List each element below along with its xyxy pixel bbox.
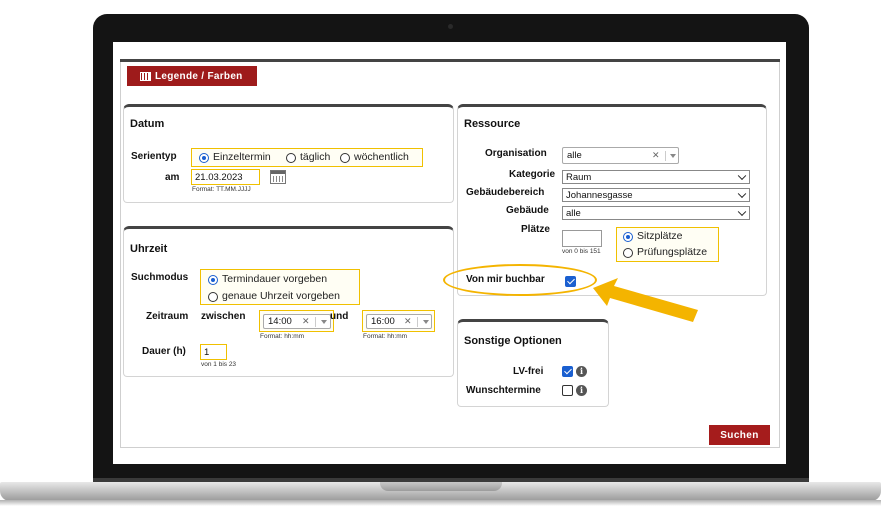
to-time-format: Format: hh:mm bbox=[363, 333, 408, 340]
gebaeude-select[interactable]: alle bbox=[562, 206, 750, 220]
suchmodus-label: Suchmodus bbox=[131, 272, 189, 283]
content-frame bbox=[120, 447, 780, 448]
from-time-box: 14:00 ✕ bbox=[259, 310, 334, 332]
mode-termindauer: Termindauer vorgeben bbox=[222, 273, 328, 285]
laptop-notch bbox=[380, 482, 502, 491]
calendar-icon bbox=[140, 71, 151, 81]
serientyp-options: Einzeltermin täglich wöchentlich bbox=[191, 148, 423, 167]
info-icon[interactable]: i bbox=[576, 366, 587, 377]
dauer-label: Dauer (h) bbox=[142, 346, 186, 357]
gebaeudebereich-select[interactable]: Johannesgasse bbox=[562, 188, 750, 202]
highlight-ellipse bbox=[443, 264, 597, 296]
option-einzeltermin: Einzeltermin bbox=[213, 151, 271, 163]
chevron-down-icon bbox=[737, 171, 747, 181]
wunschtermine-label: Wunschtermine bbox=[466, 385, 541, 396]
datum-title: Datum bbox=[130, 118, 165, 130]
radio-taeglich[interactable] bbox=[286, 153, 296, 163]
chevron-down-icon[interactable] bbox=[321, 320, 327, 324]
gebaeudebereich-label: Gebäudebereich bbox=[466, 187, 545, 198]
kategorie-label: Kategorie bbox=[509, 169, 556, 180]
combo-separator bbox=[315, 317, 316, 327]
plaetze-hint: von 0 bis 151 bbox=[562, 248, 601, 255]
uhrzeit-title: Uhrzeit bbox=[130, 243, 168, 255]
from-time-format: Format: hh:mm bbox=[260, 333, 305, 340]
radio-einzeltermin[interactable] bbox=[199, 153, 209, 163]
radio-genaue-uhrzeit[interactable] bbox=[208, 292, 218, 302]
info-icon[interactable]: i bbox=[576, 385, 587, 396]
ressource-title: Ressource bbox=[464, 118, 521, 130]
laptop-shadow bbox=[0, 500, 881, 506]
radio-pruefungsplaetze[interactable] bbox=[623, 248, 633, 258]
kategorie-select[interactable]: Raum bbox=[562, 170, 750, 184]
lvfrei-checkbox[interactable] bbox=[562, 366, 573, 377]
option-taeglich: täglich bbox=[300, 151, 331, 163]
content-frame bbox=[779, 62, 780, 447]
to-time-select[interactable]: 16:00 ✕ bbox=[366, 314, 432, 329]
uhrzeit-panel: Uhrzeit Suchmodus Termindauer vorgeben g… bbox=[123, 226, 454, 377]
kategorie-value: Raum bbox=[566, 171, 592, 183]
zeitraum-label: Zeitraum bbox=[146, 311, 189, 322]
laptop-screen: Legende / Farben Datum Serientyp Einzelt… bbox=[113, 42, 786, 464]
date-input[interactable]: 21.03.2023 bbox=[191, 169, 260, 185]
option-woechentlich: wöchentlich bbox=[354, 151, 409, 163]
search-button[interactable]: Suchen bbox=[709, 425, 770, 445]
dauer-value: 1 bbox=[204, 346, 210, 358]
lvfrei-label: LV-frei bbox=[513, 366, 544, 377]
radio-sitzplaetze[interactable] bbox=[623, 232, 633, 242]
organisation-select[interactable]: alle ✕ bbox=[562, 147, 679, 164]
combo-separator bbox=[417, 317, 418, 327]
und-label: und bbox=[330, 311, 349, 322]
content-frame bbox=[120, 62, 121, 447]
chevron-down-icon bbox=[737, 189, 747, 199]
clear-icon[interactable]: ✕ bbox=[302, 316, 310, 327]
camera-icon bbox=[448, 24, 453, 29]
gebaeude-value: alle bbox=[566, 207, 581, 219]
plaetze-input[interactable] bbox=[562, 230, 602, 247]
sonstige-title: Sonstige Optionen bbox=[464, 335, 562, 347]
suchmodus-options: Termindauer vorgeben genaue Uhrzeit vorg… bbox=[200, 269, 360, 305]
legend-colors-button[interactable]: Legende / Farben bbox=[127, 66, 257, 86]
combo-separator bbox=[665, 151, 666, 161]
gebaeudebereich-value: Johannesgasse bbox=[566, 189, 633, 201]
content-top-border bbox=[120, 59, 780, 62]
radio-termindauer[interactable] bbox=[208, 275, 218, 285]
date-value: 21.03.2023 bbox=[195, 171, 243, 183]
radio-woechentlich[interactable] bbox=[340, 153, 350, 163]
datum-panel: Datum Serientyp Einzeltermin täglich wöc… bbox=[123, 104, 454, 203]
am-label: am bbox=[165, 172, 180, 183]
organisation-value: alle bbox=[567, 150, 582, 161]
plaetze-label: Plätze bbox=[521, 224, 550, 235]
date-format-hint: Format: TT.MM.JJJJ bbox=[192, 186, 251, 193]
option-pruefungsplaetze: Prüfungsplätze bbox=[637, 246, 708, 258]
zwischen-label: zwischen bbox=[201, 311, 246, 322]
chevron-down-icon[interactable] bbox=[423, 320, 429, 324]
chevron-down-icon[interactable] bbox=[670, 154, 676, 158]
serientyp-label: Serientyp bbox=[131, 151, 177, 162]
plaetze-options: Sitzplätze Prüfungsplätze bbox=[616, 227, 719, 262]
from-time-select[interactable]: 14:00 ✕ bbox=[263, 314, 331, 329]
gebaeude-label: Gebäude bbox=[506, 205, 549, 216]
clear-icon[interactable]: ✕ bbox=[404, 316, 412, 327]
to-time-value: 16:00 bbox=[371, 316, 395, 327]
sonstige-panel: Sonstige Optionen LV-frei i Wunschtermin… bbox=[457, 319, 609, 407]
dauer-hint: von 1 bis 23 bbox=[201, 361, 237, 368]
wunschtermine-checkbox[interactable] bbox=[562, 385, 573, 396]
clear-icon[interactable]: ✕ bbox=[652, 150, 660, 161]
mode-genaue-uhrzeit: genaue Uhrzeit vorgeben bbox=[222, 290, 340, 302]
to-time-box: 16:00 ✕ bbox=[362, 310, 435, 332]
chevron-down-icon bbox=[737, 207, 747, 217]
option-sitzplaetze: Sitzplätze bbox=[637, 230, 683, 242]
pointer-arrow-icon bbox=[593, 278, 698, 322]
legend-button-label: Legende / Farben bbox=[155, 70, 243, 82]
from-time-value: 14:00 bbox=[268, 316, 292, 327]
calendar-picker-icon[interactable] bbox=[270, 170, 286, 184]
dauer-input[interactable]: 1 bbox=[200, 344, 227, 360]
organisation-label: Organisation bbox=[485, 148, 547, 159]
